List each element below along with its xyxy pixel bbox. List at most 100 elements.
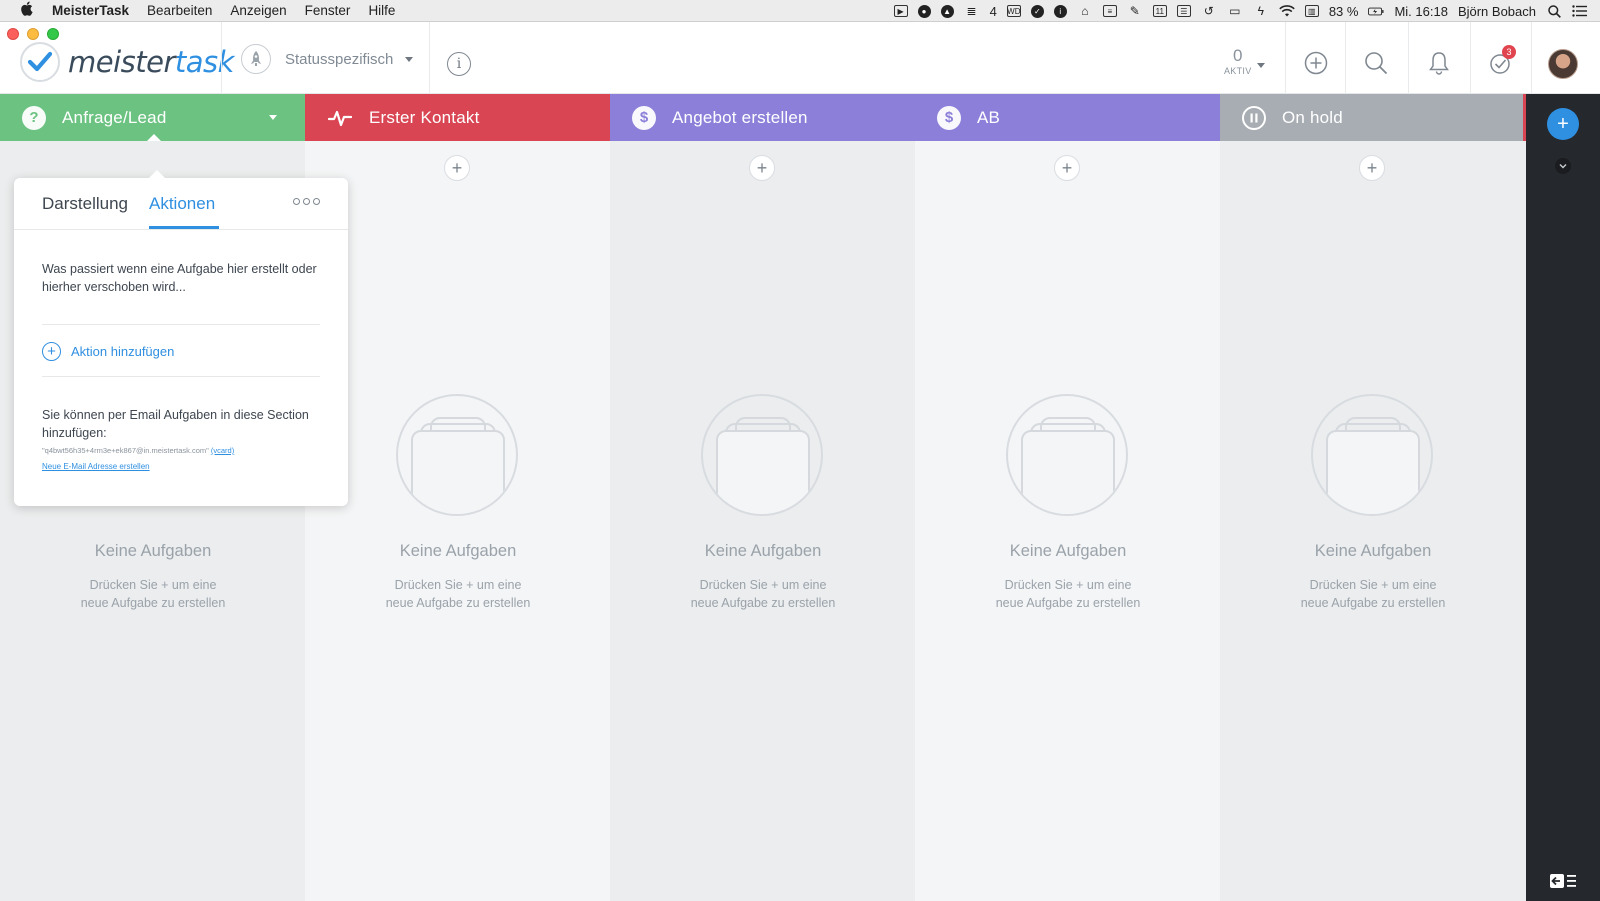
add-action-label: Aktion hinzufügen (71, 344, 175, 359)
add-task-button[interactable]: + (444, 155, 470, 181)
battery-percent: 83 % (1328, 3, 1359, 19)
menubar-tray: ▶ ● ▲ ≣ 4 WD ✓ i ⌂ ≡ ✎ 11 ☰ ↺ ▭ ϟ ▥ 83 %… (893, 0, 1588, 22)
menu-anzeigen[interactable]: Anzeigen (230, 3, 286, 18)
topbar-divider (1285, 22, 1286, 94)
new-email-address-link[interactable]: Neue E-Mail Adresse erstellen (42, 462, 150, 471)
window-zoom-button[interactable] (47, 28, 59, 40)
status-filter-dropdown[interactable]: Statusspezifisch (241, 44, 414, 74)
home-tray-icon[interactable]: ⌂ (1077, 4, 1093, 18)
notification-center-icon[interactable] (1572, 5, 1588, 18)
collapse-panel-icon[interactable] (1548, 872, 1578, 890)
window-minimize-button[interactable] (27, 28, 39, 40)
tray-badge-count: 4 (989, 3, 997, 19)
plus-circle-icon: + (42, 342, 61, 361)
dollar-icon: $ (632, 105, 656, 130)
wd-tray-icon[interactable]: WD (1006, 5, 1021, 17)
bell-icon[interactable] (1426, 50, 1452, 76)
app-topbar: meistertask Statusspezifisch i 0 AKTIV 3 (0, 22, 1600, 94)
tray-layer (1021, 430, 1115, 514)
section-column-ab: + Keine Aufgaben Drücken Sie + um eine ne… (915, 141, 1220, 901)
section-title: AB (977, 107, 1001, 127)
spotlight-icon[interactable] (1546, 4, 1562, 18)
window-close-button[interactable] (7, 28, 19, 40)
bolt-tray-icon[interactable]: ϟ (1253, 4, 1269, 18)
add-action-button[interactable]: + Aktion hinzufügen (42, 342, 174, 361)
menu-app-name[interactable]: MeisterTask (52, 3, 129, 18)
search-icon[interactable] (1363, 50, 1389, 76)
clipboard-tray-icon[interactable]: ≡ (1102, 5, 1117, 17)
email-address-value[interactable]: "q4bwt56h35+4rm3e+ek867@in.meistertask.c… (42, 446, 209, 455)
keyboard-tray-icon[interactable]: ▥ (1304, 5, 1319, 17)
vcard-link[interactable]: (vcard) (211, 446, 234, 455)
contacts-tray-icon[interactable]: ☰ (1176, 5, 1191, 17)
rocket-icon (241, 44, 271, 74)
check-tray-icon[interactable]: ✓ (1030, 4, 1044, 18)
section-column-angebot: + Keine Aufgaben Drücken Sie + um eine ne… (610, 141, 915, 901)
stack-tray-icon[interactable]: ≣ (964, 4, 980, 18)
empty-title: Keine Aufgaben (704, 542, 822, 560)
checklist-notifications-icon[interactable]: 3 (1488, 45, 1516, 76)
menu-hilfe[interactable]: Hilfe (368, 3, 395, 18)
empty-tray-icon (396, 394, 518, 516)
active-tasks-counter[interactable]: 0 AKTIV (1224, 46, 1252, 76)
section-header-on-hold[interactable]: On hold (1220, 94, 1526, 141)
chevron-down-icon[interactable] (1257, 63, 1265, 68)
avatar[interactable] (1548, 49, 1578, 79)
evernote-tray-icon[interactable]: ✎ (1127, 4, 1143, 18)
wifi-tray-icon[interactable] (1279, 5, 1295, 18)
email-info-text: Sie können per Email Aufgaben in diese S… (42, 408, 309, 440)
section-email-address: "q4bwt56h35+4rm3e+ek867@in.meistertask.c… (42, 446, 332, 455)
chevron-down-icon[interactable] (269, 115, 277, 120)
activity-icon (327, 106, 353, 130)
topbar-divider (1345, 22, 1346, 94)
chevron-down-icon (405, 56, 414, 62)
check-logo-icon (20, 42, 60, 82)
empty-subtitle: Drücken Sie + um eine neue Aufgabe zu ers… (1224, 576, 1522, 612)
empty-subtitle-line2: neue Aufgabe zu erstellen (690, 596, 836, 610)
menu-bearbeiten[interactable]: Bearbeiten (147, 3, 212, 18)
window-controls (7, 28, 59, 40)
calendar-tray-icon[interactable]: 11 (1152, 5, 1167, 17)
section-header-anfrage[interactable]: ? Anfrage/Lead (0, 94, 305, 142)
section-header-ab[interactable]: $ AB (915, 94, 1220, 141)
question-icon: ? (22, 105, 46, 130)
section-header-angebot[interactable]: $ Angebot erstellen (610, 94, 915, 141)
add-section-button[interactable]: + (1547, 108, 1579, 140)
apple-menu-icon[interactable] (0, 1, 52, 20)
empty-title: Keine Aufgaben (1314, 542, 1432, 560)
menu-fenster[interactable]: Fenster (305, 3, 351, 18)
logo-text: meistertask (68, 45, 234, 79)
add-task-button[interactable]: + (749, 155, 775, 181)
meistertask-logo[interactable]: meistertask (20, 42, 234, 82)
camera-tray-icon[interactable]: ▶ (893, 5, 908, 17)
more-options-icon[interactable] (293, 198, 320, 205)
time-machine-tray-icon[interactable]: ↺ (1201, 4, 1217, 18)
drive-tray-icon[interactable]: ▲ (940, 4, 954, 18)
tab-darstellung[interactable]: Darstellung (42, 194, 128, 214)
menubar-user[interactable]: Björn Bobach (1458, 4, 1536, 19)
empty-subtitle: Drücken Sie + um eine neue Aufgabe zu ers… (4, 576, 302, 612)
active-count: 0 (1233, 46, 1243, 65)
tab-aktionen[interactable]: Aktionen (149, 194, 215, 214)
dollar-icon: $ (937, 105, 961, 130)
airplay-tray-icon[interactable]: ▭ (1227, 4, 1243, 18)
chevron-down-icon[interactable] (1555, 158, 1571, 174)
topbar-divider (1470, 22, 1471, 94)
ball-tray-icon[interactable]: ● (917, 4, 931, 18)
section-header-erster-kontakt[interactable]: Erster Kontakt (305, 94, 610, 141)
add-project-icon[interactable] (1303, 50, 1329, 76)
info-icon[interactable]: i (447, 52, 471, 76)
add-task-button[interactable]: + (1359, 155, 1385, 181)
active-tab-indicator (149, 226, 219, 229)
empty-subtitle: Drücken Sie + um eine neue Aufgabe zu ers… (309, 576, 607, 612)
active-label: AKTIV (1224, 66, 1252, 76)
empty-title: Keine Aufgaben (1009, 542, 1127, 560)
battery-icon[interactable] (1368, 5, 1384, 18)
empty-subtitle-line1: Drücken Sie + um eine (699, 578, 827, 592)
add-task-button[interactable]: + (1054, 155, 1080, 181)
menubar-clock[interactable]: Mi. 16:18 (1394, 4, 1447, 19)
right-rail: + (1526, 94, 1600, 901)
empty-subtitle-line1: Drücken Sie + um eine (1309, 578, 1437, 592)
tray-layer (1326, 430, 1420, 514)
onepassword-tray-icon[interactable]: i (1053, 4, 1067, 18)
